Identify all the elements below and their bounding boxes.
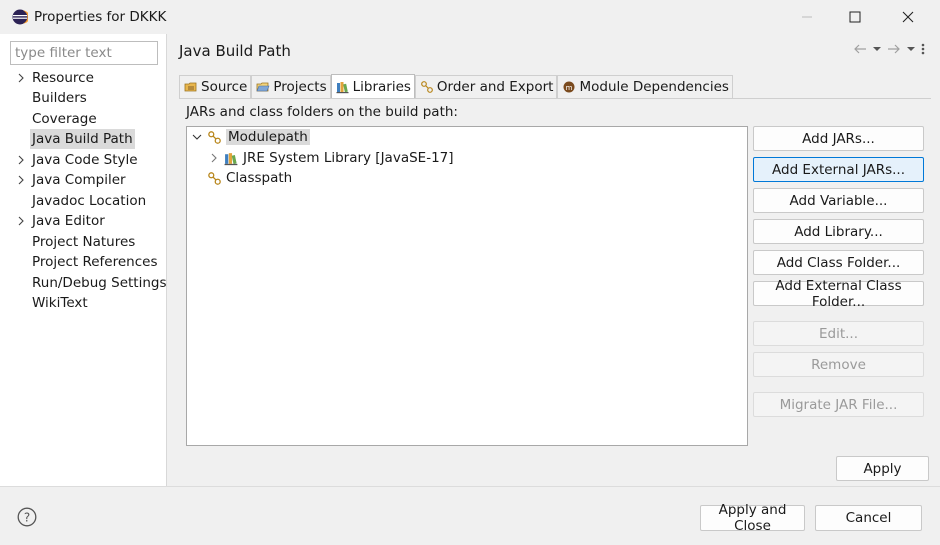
maximize-icon	[849, 11, 861, 23]
chevron-right-icon[interactable]	[15, 170, 27, 190]
chevron-down-icon[interactable]	[872, 43, 882, 55]
nav-item-project-natures[interactable]: Project Natures	[30, 232, 137, 252]
tree-node-label: JRE System Library [JavaSE-17]	[243, 150, 454, 166]
tab-source[interactable]: Source	[179, 75, 252, 98]
tab-module-dependencies[interactable]: m Module Dependencies	[557, 75, 733, 98]
add-variable-button[interactable]: Add Variable...	[753, 188, 924, 213]
libraries-tab-panel: JARs and class folders on the build path…	[179, 98, 931, 454]
minimize-icon	[802, 16, 812, 18]
svg-text:m: m	[566, 84, 573, 92]
build-path-tree[interactable]: Modulepath JRE System Library [JavaSE-17…	[186, 126, 748, 446]
build-path-tabs: Source Projects Libraries Order and Expo…	[179, 74, 733, 98]
chevron-down-icon[interactable]	[906, 43, 916, 55]
chevron-right-icon[interactable]	[15, 150, 27, 170]
add-library-button[interactable]: Add Library...	[753, 219, 924, 244]
tab-projects[interactable]: Projects	[251, 75, 331, 98]
chevron-right-icon[interactable]	[15, 211, 27, 231]
classpath-container-icon	[208, 130, 221, 144]
preferences-nav: Resource Builders Coverage Java Build Pa…	[0, 34, 167, 486]
nav-item-coverage[interactable]: Coverage	[30, 109, 99, 129]
nav-item-java-build-path[interactable]: Java Build Path	[30, 129, 135, 149]
property-page: Java Build Path Source Projects Librarie…	[168, 34, 940, 486]
module-icon: m	[563, 81, 575, 93]
tree-node-label: Modulepath	[226, 129, 310, 145]
help-icon[interactable]: ?	[17, 507, 37, 527]
order-export-icon	[421, 81, 433, 93]
back-arrow-icon[interactable]	[852, 43, 868, 55]
close-icon	[902, 11, 914, 23]
tab-order-and-export-label: Order and Export	[436, 79, 554, 95]
tree-node-label: Classpath	[226, 170, 293, 186]
chevron-right-icon[interactable]	[15, 68, 27, 88]
tab-module-dependencies-label: Module Dependencies	[579, 79, 729, 95]
cancel-button[interactable]: Cancel	[815, 505, 922, 531]
maximize-button[interactable]	[832, 0, 878, 34]
add-jars-button[interactable]: Add JARs...	[753, 126, 924, 151]
tree-node-jre-system-library[interactable]: JRE System Library [JavaSE-17]	[208, 148, 454, 168]
nav-item-java-compiler[interactable]: Java Compiler	[30, 170, 128, 190]
source-folder-icon	[184, 82, 197, 92]
svg-text:?: ?	[24, 511, 30, 525]
library-icon	[224, 152, 238, 165]
tab-source-label: Source	[201, 79, 248, 95]
nav-item-java-code-style[interactable]: Java Code Style	[30, 150, 140, 170]
forward-arrow-icon[interactable]	[886, 43, 902, 55]
add-class-folder-button[interactable]: Add Class Folder...	[753, 250, 924, 275]
tree-node-classpath[interactable]: Classpath	[207, 168, 292, 188]
tree-node-modulepath[interactable]: Modulepath	[191, 127, 310, 147]
dialog-footer: ? Apply and Close Cancel	[0, 486, 940, 545]
build-path-label: JARs and class folders on the build path…	[186, 104, 458, 120]
libraries-icon	[336, 81, 349, 93]
apply-and-close-button[interactable]: Apply and Close	[700, 502, 805, 534]
nav-item-resource[interactable]: Resource	[30, 68, 96, 88]
add-external-class-folder-button[interactable]: Add External Class Folder...	[753, 278, 924, 310]
nav-item-builders[interactable]: Builders	[30, 88, 89, 108]
chevron-down-icon[interactable]	[191, 131, 203, 143]
tab-libraries-label: Libraries	[352, 78, 411, 95]
nav-item-project-references[interactable]: Project References	[30, 252, 160, 272]
history-navigation	[852, 42, 926, 56]
migrate-jar-file-button[interactable]: Migrate JAR File...	[753, 392, 924, 417]
filter-input[interactable]	[10, 41, 158, 65]
chevron-right-icon[interactable]	[208, 152, 220, 164]
page-title: Java Build Path	[179, 42, 291, 60]
add-external-jars-button[interactable]: Add External JARs...	[753, 157, 924, 182]
minimize-button[interactable]	[784, 0, 830, 34]
nav-item-java-editor[interactable]: Java Editor	[30, 211, 107, 231]
remove-button[interactable]: Remove	[753, 352, 924, 377]
nav-item-wikitext[interactable]: WikiText	[30, 293, 90, 313]
edit-button[interactable]: Edit...	[753, 321, 924, 346]
apply-button[interactable]: Apply	[836, 456, 929, 481]
nav-item-javadoc-location[interactable]: Javadoc Location	[30, 191, 148, 211]
close-button[interactable]	[885, 0, 931, 34]
eclipse-icon	[12, 9, 28, 25]
tab-libraries[interactable]: Libraries	[330, 74, 415, 98]
title-bar: Properties for DKKK	[0, 0, 940, 34]
more-options-icon[interactable]	[920, 42, 926, 56]
tab-projects-label: Projects	[273, 79, 327, 95]
nav-item-run-debug-settings[interactable]: Run/Debug Settings	[30, 273, 169, 293]
projects-folder-icon	[256, 82, 270, 92]
tab-order-and-export[interactable]: Order and Export	[414, 75, 558, 98]
window-title: Properties for DKKK	[34, 9, 167, 25]
classpath-container-icon	[208, 171, 221, 185]
